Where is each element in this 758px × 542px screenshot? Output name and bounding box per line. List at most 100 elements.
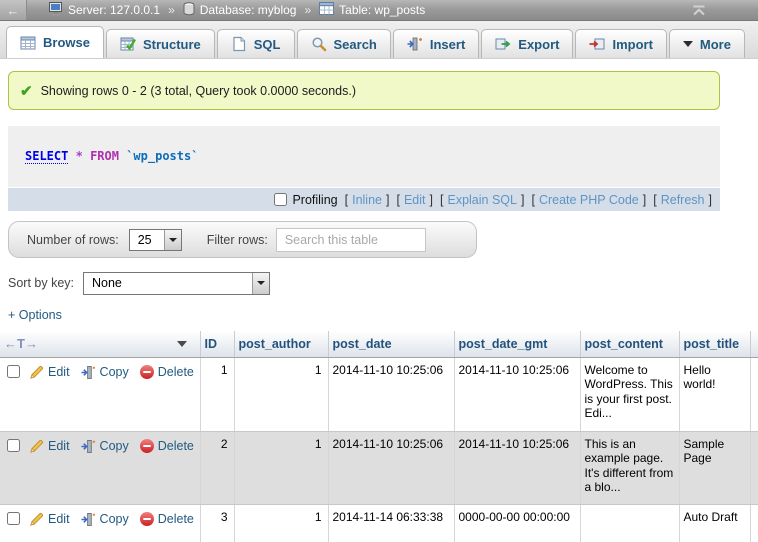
edit-row-link[interactable]: Edit [29, 439, 70, 454]
breadcrumb-table[interactable]: Table: wp_posts [319, 2, 425, 18]
copy-label: Copy [100, 439, 129, 454]
breadcrumb-server[interactable]: Server: 127.0.0.1 [49, 2, 160, 19]
explain-sql-link[interactable]: Explain SQL [447, 193, 516, 207]
tab-sql[interactable]: SQL [217, 29, 295, 58]
tab-search[interactable]: Search [297, 29, 391, 58]
delete-label: Delete [158, 512, 194, 527]
tab-import[interactable]: Import [575, 29, 666, 58]
actions-column-header: ←T→ [0, 331, 200, 357]
edit-query-link[interactable]: Edit [404, 193, 426, 207]
table-icon [319, 2, 334, 18]
cell-post-author: 1 [234, 357, 328, 431]
structure-icon [120, 36, 136, 52]
delete-row-link[interactable]: Delete [140, 439, 194, 454]
options-toggle-link[interactable]: + Options [8, 308, 62, 322]
sql-query-box: SELECT * FROM `wp_posts` [8, 126, 720, 187]
delete-row-link[interactable]: Delete [140, 512, 194, 527]
tab-label: Import [612, 37, 652, 52]
cell-post-date-gmt: 2014-11-10 10:25:06 [454, 357, 580, 431]
cell-id: 1 [200, 357, 234, 431]
row-controls-bar: Number of rows: 25 Filter rows: [8, 221, 477, 258]
back-arrow-icon: ← [7, 3, 20, 18]
cut-off-column-header [750, 331, 758, 357]
link-group: [Edit] [396, 193, 433, 207]
cell-post-content: Welcome to WordPress. This is your first… [580, 357, 679, 431]
profiling-label: Profiling [292, 193, 337, 207]
sql-table-name: `wp_posts` [126, 149, 198, 163]
edit-label: Edit [48, 512, 70, 527]
bracket: [ [531, 193, 534, 207]
profiling-checkbox-label[interactable]: Profiling [274, 193, 337, 207]
bracket: [ [345, 193, 348, 207]
breadcrumb: Server: 127.0.0.1 » Database: myblog » T… [49, 2, 425, 19]
copy-label: Copy [100, 365, 129, 380]
refresh-link[interactable]: Refresh [661, 193, 705, 207]
cut-off-cell [750, 431, 758, 504]
column-header-id[interactable]: ID [200, 331, 234, 357]
copy-label: Copy [100, 512, 129, 527]
tab-bar: Browse Structure SQL Search Insert Expor… [0, 21, 758, 59]
sort-by-key-label: Sort by key: [8, 276, 74, 290]
create-php-code-link[interactable]: Create PHP Code [539, 193, 639, 207]
column-header-post-title[interactable]: post_title [679, 331, 750, 357]
tab-more[interactable]: More [669, 29, 745, 58]
delete-label: Delete [158, 365, 194, 380]
tab-label: SQL [254, 37, 281, 52]
tab-label: Insert [430, 37, 465, 52]
cell-post-content [580, 504, 679, 542]
collapse-topbar-icon[interactable] [692, 5, 706, 16]
row-checkbox[interactable] [7, 439, 20, 452]
delete-icon [140, 512, 154, 526]
row-actions-cell: Edit Copy Delete [0, 504, 200, 542]
sql-star: * [76, 149, 83, 163]
copy-row-link[interactable]: Copy [81, 365, 129, 380]
delete-row-link[interactable]: Delete [140, 365, 194, 380]
edit-row-link[interactable]: Edit [29, 365, 70, 380]
column-header-post-date[interactable]: post_date [328, 331, 454, 357]
cell-post-title: Auto Draft [679, 504, 750, 542]
sort-by-key-select[interactable]: None [83, 272, 270, 295]
copy-icon [81, 512, 96, 527]
delete-icon [140, 365, 154, 379]
browse-results-panel: ✔ Showing rows 0 - 2 (3 total, Query too… [0, 71, 758, 542]
row-checkbox[interactable] [7, 365, 20, 378]
table-row: Edit Copy Delete 1 1 2014-11-10 10:25:06 2… [0, 357, 758, 431]
cell-post-content: This is an example page. It's different … [580, 431, 679, 504]
select-arrow-icon [164, 230, 181, 250]
tab-browse[interactable]: Browse [6, 26, 104, 58]
breadcrumb-server-label: Server: 127.0.0.1 [68, 3, 160, 17]
link-group: [Explain SQL] [440, 193, 524, 207]
tab-structure[interactable]: Structure [106, 29, 215, 58]
edit-row-link[interactable]: Edit [29, 512, 70, 527]
column-header-post-author[interactable]: post_author [234, 331, 328, 357]
sql-keyword-select[interactable]: SELECT [25, 149, 68, 164]
cell-post-date: 2014-11-10 10:25:06 [328, 357, 454, 431]
column-header-post-date-gmt[interactable]: post_date_gmt [454, 331, 580, 357]
browse-icon [20, 35, 36, 51]
cut-off-cell [750, 357, 758, 431]
export-icon [495, 36, 511, 52]
row-checkbox[interactable] [7, 512, 20, 525]
copy-icon [81, 365, 96, 380]
sort-descending-icon[interactable] [177, 341, 187, 347]
cell-post-date: 2014-11-10 10:25:06 [328, 431, 454, 504]
bracket: ] [709, 193, 712, 207]
bracket: ] [643, 193, 646, 207]
tab-export[interactable]: Export [481, 29, 573, 58]
filter-rows-input[interactable] [276, 228, 426, 252]
copy-row-link[interactable]: Copy [81, 439, 129, 454]
column-header-post-content[interactable]: post_content [580, 331, 679, 357]
cell-post-date: 2014-11-14 06:33:38 [328, 504, 454, 542]
pencil-icon [29, 365, 44, 380]
copy-row-link[interactable]: Copy [81, 512, 129, 527]
inline-link[interactable]: Inline [352, 193, 382, 207]
breadcrumb-database[interactable]: Database: myblog [183, 2, 297, 19]
profiling-checkbox[interactable] [274, 193, 287, 206]
column-marker-icon[interactable]: ←T→ [4, 336, 38, 351]
sql-icon [231, 36, 247, 52]
cell-post-title: Sample Page [679, 431, 750, 504]
chevron-down-icon [683, 41, 693, 47]
tab-insert[interactable]: Insert [393, 29, 479, 58]
number-of-rows-select[interactable]: 25 [129, 229, 182, 251]
back-arrow-button[interactable]: ← [0, 0, 27, 20]
